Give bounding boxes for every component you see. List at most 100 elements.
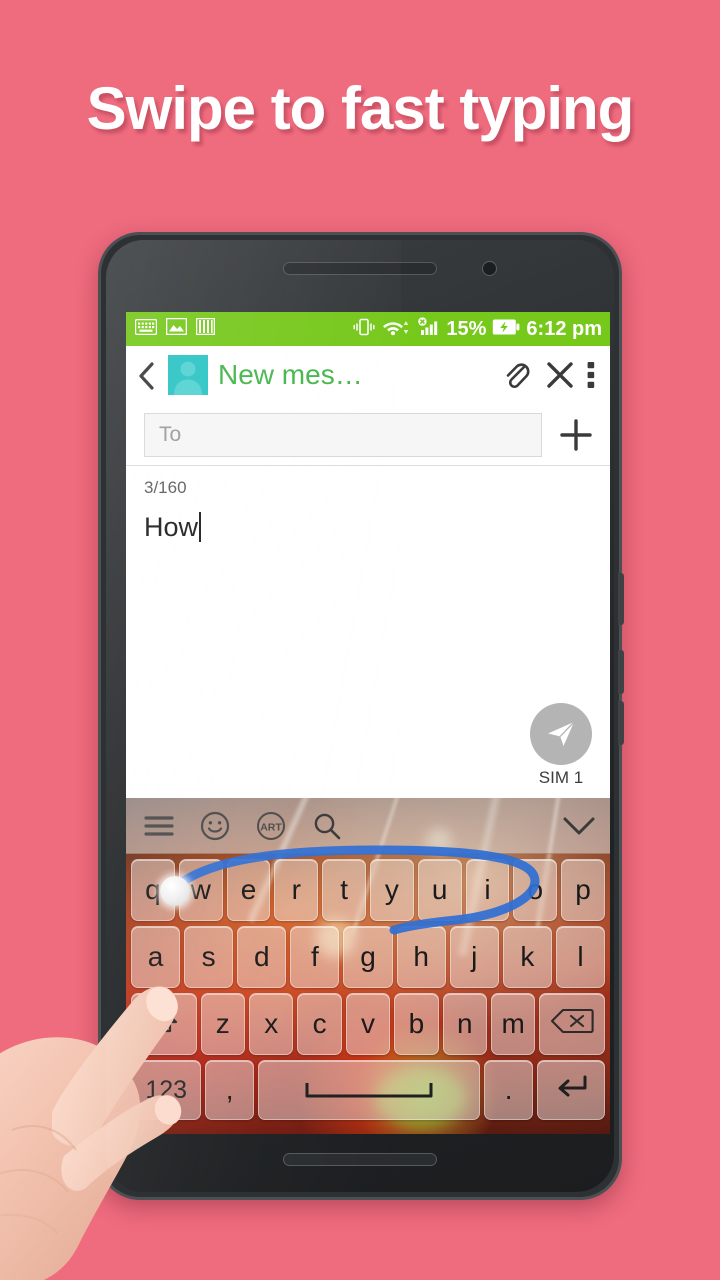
art-icon[interactable]: ART: [256, 811, 286, 841]
send-button[interactable]: [530, 703, 592, 765]
key-n[interactable]: n: [442, 993, 488, 1055]
key-x[interactable]: x: [248, 993, 294, 1055]
key-d[interactable]: d: [237, 926, 287, 988]
key-label: x: [264, 1008, 279, 1039]
key-r[interactable]: r: [274, 859, 319, 921]
key-enter[interactable]: [536, 1060, 605, 1120]
key-l[interactable]: l: [555, 926, 605, 988]
key-label: t: [340, 874, 348, 905]
key-p[interactable]: p: [561, 859, 605, 921]
volume-up-button[interactable]: [618, 650, 624, 694]
key-label: z: [215, 1008, 230, 1039]
key-f[interactable]: f: [290, 926, 340, 988]
key-v[interactable]: v: [345, 993, 391, 1055]
key-k[interactable]: k: [502, 926, 552, 988]
to-input[interactable]: To: [144, 412, 542, 457]
front-camera: [482, 261, 497, 276]
key-numeric[interactable]: 123: [131, 1060, 202, 1120]
key-t[interactable]: t: [322, 859, 366, 921]
key-j[interactable]: j: [449, 926, 499, 988]
key-label: p: [575, 874, 591, 905]
image-icon: [165, 317, 188, 340]
key-label: h: [413, 941, 429, 972]
key-label: d: [253, 941, 270, 972]
key-g[interactable]: g: [343, 926, 393, 988]
key-label: r: [291, 874, 301, 905]
key-label: m: [501, 1008, 525, 1039]
key-label: ,: [225, 1074, 234, 1105]
key-label: f: [310, 941, 319, 972]
status-bar: 15% 6:12 pm: [126, 312, 610, 346]
key-h[interactable]: h: [396, 926, 446, 988]
emoji-icon[interactable]: [200, 811, 230, 841]
back-icon[interactable]: [136, 361, 158, 390]
key-s[interactable]: s: [184, 926, 234, 988]
power-button[interactable]: [618, 573, 624, 625]
key-backspace[interactable]: [539, 993, 606, 1055]
message-input[interactable]: How: [144, 512, 202, 543]
keyboard-icon: [134, 318, 158, 340]
key-label: g: [360, 941, 376, 972]
close-icon[interactable]: [544, 359, 576, 391]
key-label: u: [431, 874, 448, 905]
key-comma[interactable]: ,: [205, 1060, 254, 1120]
vibrate-icon: [352, 317, 376, 342]
key-label: a: [147, 941, 164, 972]
backspace-icon: [550, 1008, 594, 1041]
keyboard-row: 123,.: [129, 1060, 607, 1120]
volume-down-button[interactable]: [618, 701, 624, 745]
message-text: How: [144, 512, 199, 542]
key-b[interactable]: b: [394, 993, 439, 1055]
shift-icon: [149, 1006, 179, 1043]
key-label: v: [361, 1008, 375, 1039]
add-contact-icon[interactable]: [554, 413, 598, 457]
key-label: .: [504, 1074, 513, 1105]
keyboard-row: qwe r t y u i op: [129, 859, 607, 921]
key-label: i: [484, 874, 491, 905]
key-label: c: [312, 1008, 327, 1039]
key-c[interactable]: c: [297, 993, 342, 1055]
key-o[interactable]: o: [513, 859, 558, 921]
key-a[interactable]: a: [131, 926, 181, 988]
bars-icon: [195, 317, 216, 340]
key-m[interactable]: m: [491, 993, 536, 1055]
key-z[interactable]: z: [200, 993, 245, 1055]
bottom-speaker: [283, 1153, 437, 1166]
key-space[interactable]: [257, 1060, 481, 1120]
key-label: b: [408, 1008, 425, 1039]
key-label: e: [240, 874, 257, 905]
search-icon[interactable]: [312, 811, 342, 841]
wifi-icon: [382, 317, 410, 342]
key-label: s: [201, 941, 216, 972]
avatar[interactable]: [168, 355, 208, 395]
key-label: n: [457, 1008, 473, 1039]
key-shift[interactable]: [130, 993, 197, 1055]
recipient-row: To: [126, 404, 610, 466]
key-label: j: [471, 941, 478, 972]
signal-icon: [416, 316, 440, 342]
keyboard-toolbar: ART: [126, 798, 610, 854]
key-label: 123: [145, 1075, 188, 1104]
key-period[interactable]: .: [484, 1060, 533, 1120]
key-y[interactable]: y: [370, 859, 414, 921]
to-placeholder: To: [159, 422, 182, 446]
phone-screen: 15% 6:12 pm New mes… To 3/160 How SIM 1 …: [126, 312, 610, 1134]
key-i[interactable]: i: [465, 859, 510, 921]
chevron-down-icon[interactable]: [562, 815, 596, 837]
app-bar: New mes…: [126, 346, 610, 404]
overflow-menu-icon[interactable]: [586, 359, 596, 391]
keyboard-row: a s d f g h j kl: [129, 926, 607, 988]
phone-mockup: 15% 6:12 pm New mes… To 3/160 How SIM 1 …: [98, 232, 624, 1200]
menu-icon[interactable]: [144, 814, 174, 838]
message-body: 3/160 How SIM 1: [126, 466, 610, 798]
attach-icon[interactable]: [500, 358, 534, 392]
key-label: k: [520, 941, 535, 972]
key-label: y: [384, 874, 399, 905]
key-u[interactable]: u: [417, 859, 462, 921]
key-label: o: [527, 874, 544, 905]
key-label: w: [190, 874, 211, 905]
battery-percent: 15%: [446, 317, 487, 340]
key-e[interactable]: e: [226, 859, 271, 921]
clock: 6:12 pm: [526, 317, 602, 340]
keyboard-rows: q w e r t y u i o p a s d f g h j k l z x c v b n m 123,.: [126, 854, 610, 1129]
